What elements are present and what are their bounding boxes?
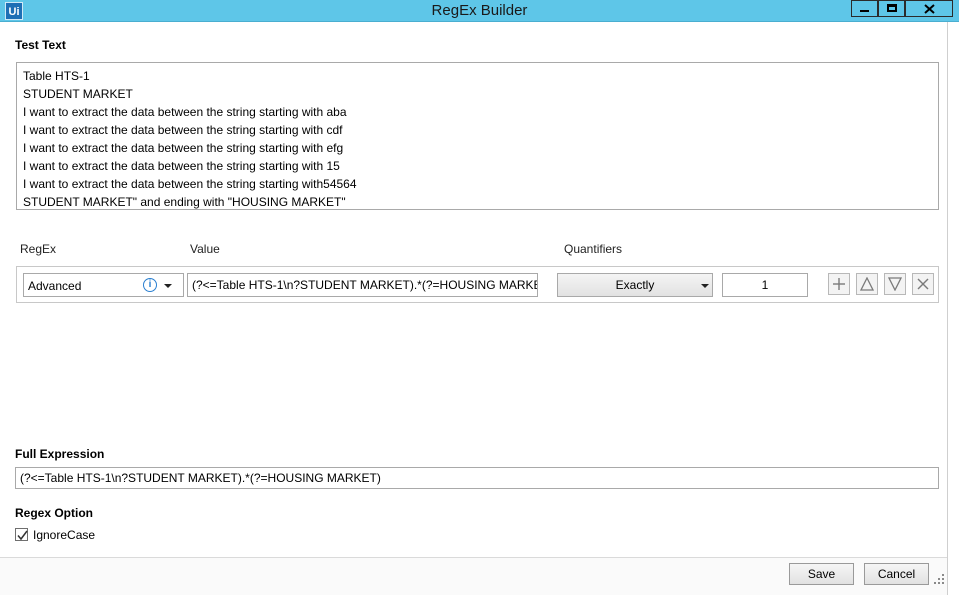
full-expression-field[interactable]: (?<=Table HTS-1\n?STUDENT MARKET).*(?=HO… xyxy=(15,467,939,489)
triangle-up-icon xyxy=(860,277,874,291)
window-edge xyxy=(947,22,959,595)
window-title: RegEx Builder xyxy=(431,2,528,19)
remove-row-button[interactable] xyxy=(912,273,934,295)
title-bar[interactable]: Ui RegEx Builder xyxy=(0,0,959,22)
test-text-line: STUDENT MARKET" and ending with "HOUSING… xyxy=(23,195,346,209)
regex-type-value: Advanced xyxy=(28,279,82,293)
test-text-line: Table HTS-1 xyxy=(23,69,90,83)
maximize-button[interactable] xyxy=(878,0,905,17)
minimize-button[interactable] xyxy=(851,0,878,17)
save-button[interactable]: Save xyxy=(789,563,854,585)
test-text-line: I want to extract the data between the s… xyxy=(23,159,340,173)
chevron-down-icon xyxy=(164,284,172,288)
regex-value-input[interactable]: (?<=Table HTS-1\n?STUDENT MARKET).*(?=HO… xyxy=(187,273,538,297)
regex-builder-window: Ui RegEx Builder Test Text Table HTS-1 S… xyxy=(0,0,959,595)
close-button[interactable] xyxy=(905,0,953,17)
test-text-area[interactable]: Table HTS-1 STUDENT MARKET I want to ext… xyxy=(16,62,939,210)
test-text-line: I want to extract the data between the s… xyxy=(23,123,343,137)
move-up-button[interactable] xyxy=(856,273,878,295)
quantifier-count-input[interactable]: 1 xyxy=(722,273,808,297)
move-down-button[interactable] xyxy=(884,273,906,295)
regex-row: Advanced i (?<=Table HTS-1\n?STUDENT MAR… xyxy=(16,266,939,303)
resize-grip-icon[interactable] xyxy=(933,573,945,585)
info-icon[interactable]: i xyxy=(143,278,157,292)
test-text-line: I want to extract the data between the s… xyxy=(23,177,357,191)
minimize-icon xyxy=(860,10,869,12)
add-row-button[interactable] xyxy=(828,273,850,295)
quantifiers-column-header: Quantifiers xyxy=(564,242,623,256)
quantifier-value: Exactly xyxy=(615,278,655,292)
test-text-line: I want to extract the data between the s… xyxy=(23,141,344,155)
ignore-case-checkbox[interactable] xyxy=(15,528,28,541)
checkmark-icon xyxy=(17,530,28,541)
close-icon xyxy=(924,4,935,14)
chevron-down-icon xyxy=(701,284,709,288)
test-text-line: STUDENT MARKET xyxy=(23,87,133,101)
quantifier-dropdown[interactable]: Exactly xyxy=(557,273,713,297)
triangle-down-icon xyxy=(888,277,902,291)
ignore-case-label[interactable]: IgnoreCase xyxy=(33,528,95,542)
regex-option-label: Regex Option xyxy=(15,506,94,520)
maximize-icon xyxy=(887,4,897,12)
plus-icon xyxy=(833,278,845,290)
full-expression-label: Full Expression xyxy=(15,447,105,461)
regex-column-header: RegEx xyxy=(20,242,57,256)
test-text-line: I want to extract the data between the s… xyxy=(23,105,347,119)
value-column-header: Value xyxy=(190,242,220,256)
close-icon xyxy=(917,278,929,290)
regex-type-dropdown[interactable]: Advanced i xyxy=(23,273,184,297)
test-text-label: Test Text xyxy=(15,38,66,52)
cancel-button[interactable]: Cancel xyxy=(864,563,929,585)
